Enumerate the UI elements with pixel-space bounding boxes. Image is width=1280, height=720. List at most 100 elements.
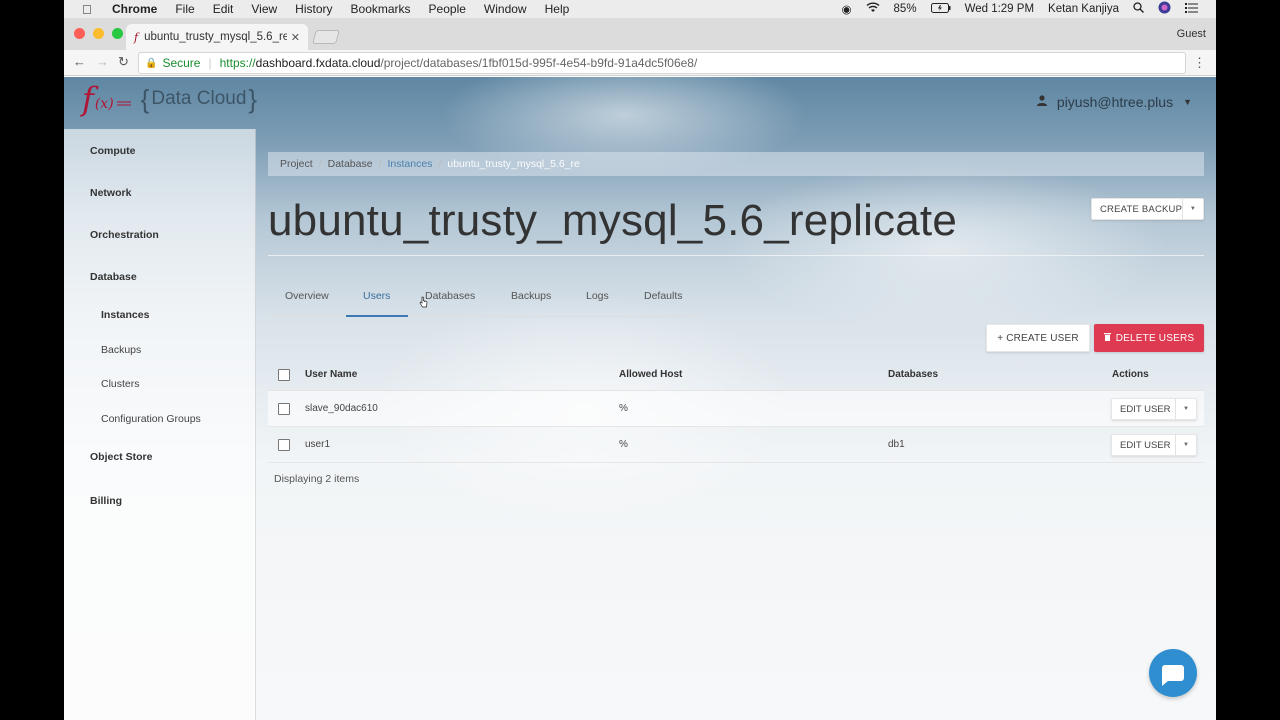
column-header-user-name[interactable]: User Name: [305, 369, 357, 380]
sidebar-section-compute[interactable]: Compute: [90, 145, 136, 157]
menu-history[interactable]: History: [295, 2, 332, 16]
chat-bubble-icon: [1162, 665, 1184, 686]
row-actions-dropdown-toggle[interactable]: ▼: [1175, 399, 1196, 419]
column-header-allowed-host[interactable]: Allowed Host: [619, 369, 682, 380]
sidebar-section-orchestration[interactable]: Orchestration: [90, 229, 159, 241]
caret-down-icon: ▼: [1183, 442, 1189, 448]
logo-close-brace: }: [248, 83, 258, 114]
window-controls: [74, 28, 123, 39]
battery-percent: 85%: [893, 3, 917, 15]
menu-edit[interactable]: Edit: [213, 2, 234, 16]
column-header-databases[interactable]: Databases: [888, 369, 938, 380]
battery-icon[interactable]: [930, 2, 951, 16]
sidebar-section-object-store[interactable]: Object Store: [90, 451, 152, 463]
row-actions-dropdown-toggle[interactable]: ▼: [1175, 435, 1196, 455]
tab-backups[interactable]: Backups: [511, 290, 551, 302]
sidebar-section-network[interactable]: Network: [90, 187, 131, 199]
forward-arrow-icon[interactable]: →: [96, 54, 109, 69]
cell-user-name: slave_90dac610: [305, 403, 378, 414]
back-arrow-icon[interactable]: ←: [73, 54, 86, 69]
instance-tabs: Overview Users Databases Backups Logs De…: [268, 282, 700, 317]
edit-user-label: EDIT USER: [1120, 439, 1171, 451]
trash-icon: [1103, 332, 1111, 344]
mac-menubar:  Chrome File Edit View History Bookmark…: [64, 0, 1216, 18]
logo-mark-icon: [116, 100, 133, 109]
cell-databases: db1: [888, 439, 905, 450]
menu-window[interactable]: Window: [484, 2, 527, 16]
breadcrumb: Project / Database / Instances / ubuntu_…: [268, 152, 1204, 176]
site-header: f (x) { Data Cloud } piyush@htree.plus ▼: [64, 77, 1216, 129]
url-host: dashboard.fxdata.cloud: [255, 56, 381, 70]
page-title: ubuntu_trusty_mysql_5.6_replicate: [268, 196, 958, 245]
spotlight-search-icon[interactable]: [1133, 2, 1144, 16]
sidebar-section-billing[interactable]: Billing: [90, 495, 122, 507]
browser-tab-active[interactable]: f ubuntu_trusty_mysql_5.6_repli ✕: [126, 24, 308, 50]
edit-user-button[interactable]: EDIT USER ▼: [1111, 434, 1197, 456]
breadcrumb-separator: /: [378, 158, 382, 170]
tab-logs[interactable]: Logs: [586, 290, 609, 302]
logo-x-glyph: (x): [94, 96, 114, 112]
row-checkbox[interactable]: [278, 403, 290, 415]
sidebar-section-database[interactable]: Database: [90, 271, 137, 283]
menu-people[interactable]: People: [429, 2, 466, 16]
wifi-icon[interactable]: [866, 2, 880, 16]
apple-icon[interactable]: : [82, 2, 96, 17]
close-window-button[interactable]: [74, 28, 85, 39]
chat-widget-button[interactable]: [1149, 649, 1197, 697]
siri-icon[interactable]: [1158, 1, 1171, 17]
create-user-button[interactable]: + CREATE USER: [986, 324, 1090, 352]
create-backup-button[interactable]: CREATE BACKUP ▼: [1091, 198, 1204, 220]
notification-center-icon[interactable]: [1185, 2, 1198, 16]
mac-user-name[interactable]: Ketan Kanjiya: [1048, 3, 1119, 15]
cell-allowed-host: %: [619, 439, 628, 450]
breadcrumb-current: ubuntu_trusty_mysql_5.6_re: [447, 158, 580, 170]
minimize-window-button[interactable]: [93, 28, 104, 39]
tab-overview[interactable]: Overview: [285, 290, 329, 302]
sidebar-item-instances[interactable]: Instances: [101, 309, 149, 321]
browser-menu-icon[interactable]: ⋮: [1193, 55, 1206, 71]
logo-open-brace: {: [140, 83, 150, 114]
profile-guest-label[interactable]: Guest: [1177, 28, 1206, 40]
tab-defaults[interactable]: Defaults: [644, 290, 683, 302]
menu-help[interactable]: Help: [545, 2, 570, 16]
create-backup-label: CREATE BACKUP: [1100, 203, 1183, 215]
sidebar-item-configuration-groups[interactable]: Configuration Groups: [101, 413, 201, 425]
browser-tab-title: ubuntu_trusty_mysql_5.6_repli: [144, 31, 287, 43]
sidebar-item-clusters[interactable]: Clusters: [101, 378, 140, 390]
users-table: User Name Allowed Host Databases Actions…: [268, 359, 1204, 463]
tab-databases[interactable]: Databases: [425, 290, 475, 302]
menu-app-name[interactable]: Chrome: [112, 2, 157, 16]
delete-users-button[interactable]: DELETE USERS: [1094, 324, 1204, 352]
mouse-cursor-icon: [419, 296, 428, 308]
row-checkbox[interactable]: [278, 439, 290, 451]
table-row: user1 % db1 EDIT USER ▼: [268, 427, 1204, 463]
logo-f-glyph: f: [82, 80, 94, 118]
brand-logo[interactable]: f (x) { Data Cloud }: [82, 83, 257, 115]
new-tab-button[interactable]: [312, 30, 340, 44]
zoom-window-button[interactable]: [112, 28, 123, 39]
menu-file[interactable]: File: [175, 2, 194, 16]
brand-name: Data Cloud: [151, 88, 247, 109]
menubar-status: ◉ 85% Wed 1:29 PM Ketan Kanjiya: [841, 0, 1198, 18]
address-bar[interactable]: 🔒 Secure | https:// dashboard.fxdata.clo…: [138, 52, 1186, 74]
tab-users[interactable]: Users: [363, 290, 390, 302]
menu-view[interactable]: View: [251, 2, 277, 16]
user-email: piyush@htree.plus: [1056, 94, 1174, 110]
url-path: /project/databases/1fbf015d-995f-4e54-b9…: [380, 56, 698, 70]
cell-allowed-host: %: [619, 403, 628, 414]
breadcrumb-separator: /: [438, 158, 442, 170]
sidebar: Compute Network Orchestration Database I…: [64, 129, 256, 720]
menu-bookmarks[interactable]: Bookmarks: [351, 2, 411, 16]
sidebar-item-backups[interactable]: Backups: [101, 344, 141, 356]
clock[interactable]: Wed 1:29 PM: [965, 3, 1034, 15]
select-all-checkbox[interactable]: [278, 369, 290, 381]
browser-toolbar: ← → ↻ 🔒 Secure | https:// dashboard.fxda…: [64, 50, 1216, 76]
edit-user-button[interactable]: EDIT USER ▼: [1111, 398, 1197, 420]
reload-icon[interactable]: ↻: [118, 54, 129, 70]
breadcrumb-instances-link[interactable]: Instances: [387, 158, 432, 170]
record-icon[interactable]: ◉: [841, 2, 851, 16]
close-tab-icon[interactable]: ✕: [291, 31, 300, 44]
create-backup-dropdown-toggle[interactable]: ▼: [1182, 199, 1203, 219]
user-menu[interactable]: piyush@htree.plus ▼: [1036, 94, 1192, 110]
caret-down-icon: ▼: [1183, 97, 1192, 107]
